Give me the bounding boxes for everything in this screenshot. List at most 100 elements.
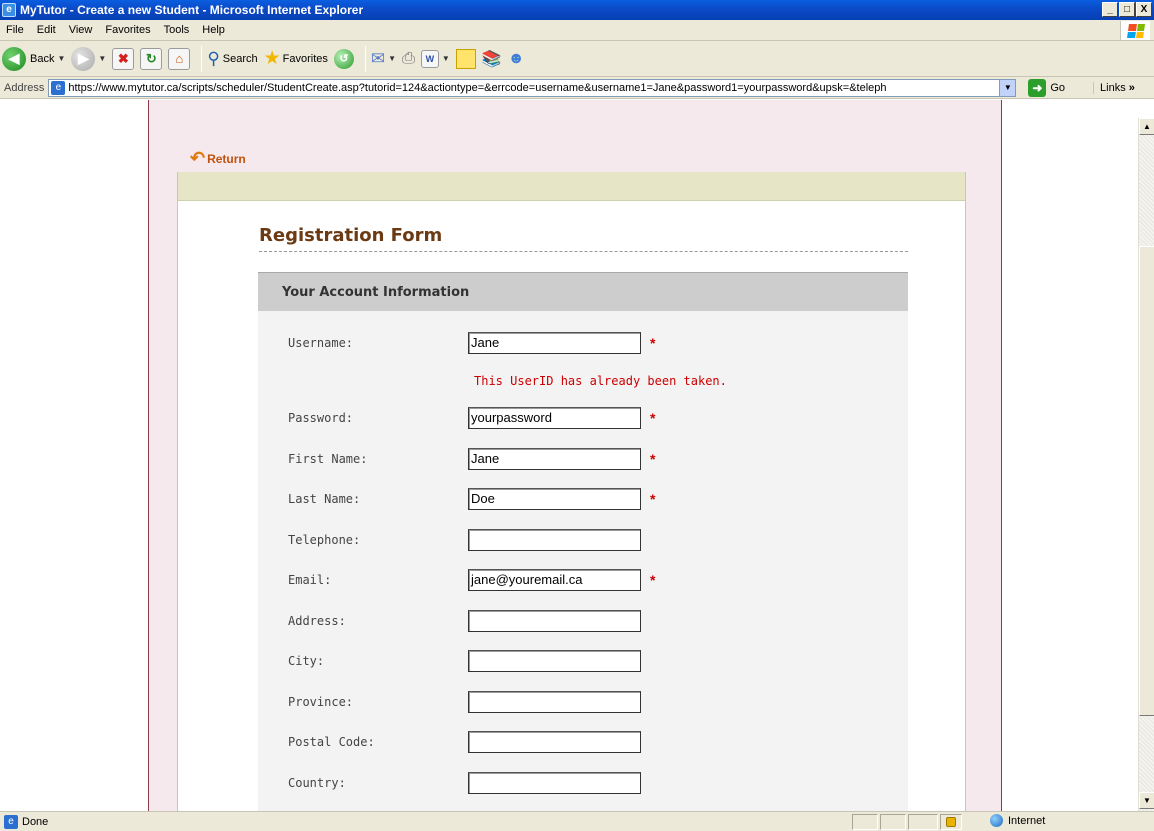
last-name-row: Last Name: Doe * (288, 488, 888, 510)
stop-icon[interactable]: ✖ (112, 47, 135, 70)
note-icon[interactable] (455, 48, 476, 69)
first-name-label: First Name: (288, 452, 368, 466)
address-label: Address (4, 81, 45, 94)
telephone-field[interactable] (468, 529, 641, 551)
search-icon: ⚲ (207, 48, 220, 68)
address-input[interactable] (468, 610, 641, 632)
address-bar: Address e https://www.mytutor.ca/scripts… (0, 77, 1154, 99)
status-text: Done (22, 815, 49, 828)
mail-button[interactable]: ✉ ▼ (371, 49, 396, 69)
province-field[interactable] (468, 691, 641, 713)
menu-help[interactable]: Help (202, 24, 225, 36)
address-field-label: Address: (288, 614, 346, 628)
city-field[interactable] (468, 650, 641, 672)
go-arrow-icon: ➜ (1028, 78, 1047, 97)
mail-dropdown-icon[interactable]: ▼ (388, 54, 396, 63)
menu-edit[interactable]: Edit (37, 24, 56, 36)
vertical-scrollbar[interactable]: ▲ ▼ (1138, 118, 1154, 811)
menu-view[interactable]: View (69, 24, 93, 36)
page-viewport: ↶ Return Registration Form Your Account … (0, 100, 1138, 811)
menu-file[interactable]: File (6, 24, 24, 36)
address-dropdown-icon[interactable]: ▼ (999, 79, 1016, 96)
window-controls: _ □ X (1102, 2, 1152, 17)
form-title: Registration Form (259, 225, 908, 252)
lock-icon (946, 817, 956, 827)
forward-arrow-icon: ▶ (71, 46, 96, 71)
edit-dropdown-icon[interactable]: ▼ (442, 54, 450, 63)
required-marker: * (650, 572, 656, 588)
address-row: Address: (288, 610, 888, 632)
menu-tools[interactable]: Tools (164, 24, 190, 36)
status-pane (852, 814, 878, 830)
go-button[interactable]: ➜ Go (1028, 78, 1066, 97)
status-panes (852, 814, 964, 830)
telephone-row: Telephone: (288, 529, 888, 551)
refresh-icon[interactable]: ↻ (140, 47, 163, 70)
maximize-button[interactable]: □ (1119, 2, 1135, 17)
password-label: Password: (288, 411, 354, 425)
city-label: City: (288, 654, 325, 668)
links-button[interactable]: Links » (1093, 81, 1135, 94)
links-label: Links (1100, 81, 1126, 94)
username-field[interactable]: Jane (468, 332, 641, 354)
globe-icon (990, 814, 1003, 827)
postal-code-field[interactable] (468, 731, 641, 753)
search-button[interactable]: ⚲ Search (207, 49, 257, 69)
postal-code-label: Postal Code: (288, 735, 375, 749)
messenger-icon[interactable]: ☻ (508, 50, 525, 68)
research-icon[interactable]: 📚 (482, 49, 502, 69)
favorites-star-icon: ★ (263, 48, 281, 69)
toolbar-separator (364, 45, 366, 72)
first-name-row: First Name: Jane * (288, 448, 888, 470)
country-label: Country: (288, 776, 346, 790)
home-icon[interactable]: ⌂ (168, 47, 191, 70)
country-field[interactable] (468, 772, 641, 794)
page-icon: e (51, 80, 66, 95)
scrollbar-thumb[interactable] (1139, 246, 1154, 716)
menu-favorites[interactable]: Favorites (105, 24, 150, 36)
address-url[interactable]: https://www.mytutor.ca/scripts/scheduler… (68, 82, 999, 94)
email-label: Email: (288, 573, 332, 587)
username-row: Username: Jane * (288, 332, 888, 354)
username-label: Username: (288, 336, 354, 350)
forward-dropdown-icon[interactable]: ▼ (98, 54, 106, 63)
scroll-down-icon[interactable]: ▼ (1139, 792, 1154, 809)
security-zone: Internet (990, 814, 1045, 827)
go-label: Go (1050, 81, 1066, 94)
status-pane-secure (940, 814, 962, 830)
province-label: Province: (288, 695, 354, 709)
email-row: Email: jane@youremail.ca * (288, 569, 888, 591)
window-title: MyTutor - Create a new Student - Microso… (20, 3, 364, 17)
form-card: Registration Form Your Account Informati… (177, 172, 966, 811)
required-marker: * (650, 335, 656, 351)
menu-bar: File Edit View Favorites Tools Help (0, 20, 1154, 41)
email-field[interactable]: jane@youremail.ca (468, 569, 641, 591)
last-name-field[interactable]: Doe (468, 488, 641, 510)
minimize-button[interactable]: _ (1102, 2, 1118, 17)
return-arrow-icon: ↶ (190, 148, 206, 168)
page-status-icon: e (4, 814, 18, 829)
telephone-label: Telephone: (288, 533, 361, 547)
back-button[interactable]: ◀ Back ▼ (2, 46, 65, 71)
history-icon[interactable]: ↺ (333, 48, 354, 69)
first-name-field[interactable]: Jane (468, 448, 641, 470)
favorites-button[interactable]: ★ Favorites (264, 47, 328, 70)
forward-button[interactable]: ▶ ▼ (71, 46, 106, 71)
last-name-label: Last Name: (288, 492, 361, 506)
account-info-section: Your Account Information Username: Jane … (258, 272, 908, 811)
search-label: Search (222, 52, 258, 65)
password-field[interactable]: yourpassword (468, 407, 641, 429)
back-arrow-icon: ◀ (2, 46, 26, 71)
print-icon[interactable]: ⎙ (402, 50, 415, 68)
return-link[interactable]: ↶ Return (190, 148, 246, 169)
scroll-up-icon[interactable]: ▲ (1139, 118, 1154, 135)
edit-button[interactable]: W ▼ (420, 49, 450, 68)
required-marker: * (650, 410, 656, 426)
back-dropdown-icon[interactable]: ▼ (57, 54, 65, 63)
postal-code-row: Postal Code: (288, 731, 888, 753)
close-button[interactable]: X (1136, 2, 1152, 17)
favorites-label: Favorites (282, 52, 328, 65)
status-pane (880, 814, 906, 830)
address-field[interactable]: e https://www.mytutor.ca/scripts/schedul… (48, 78, 1017, 97)
toolbar: ◀ Back ▼ ▶ ▼ ✖ ↻ ⌂ ⚲ Search ★ Favorites … (0, 41, 1154, 77)
